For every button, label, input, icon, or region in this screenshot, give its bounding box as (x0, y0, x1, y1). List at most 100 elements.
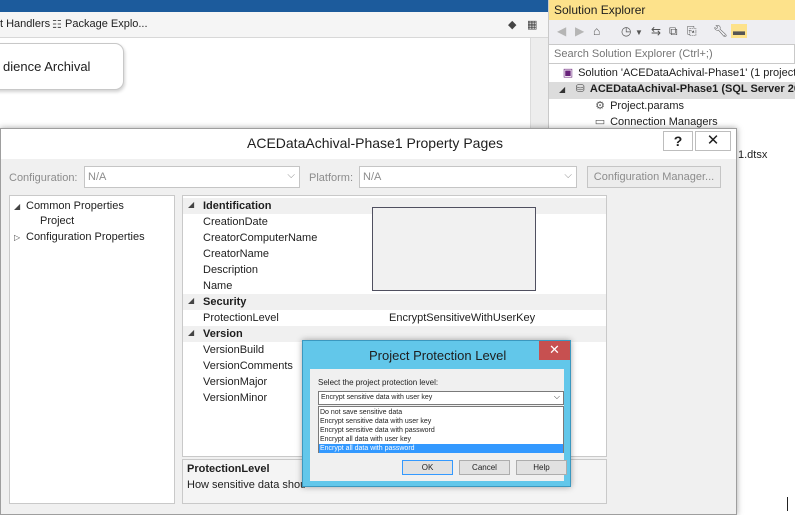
tree-node-project[interactable]: Project (36, 215, 79, 227)
cancel-button[interactable]: Cancel (459, 460, 510, 475)
tree-node-label: Common Properties (26, 200, 124, 212)
solution-explorer-title: Solution Explorer (548, 0, 795, 20)
tree-item-partial-dtsx[interactable]: 1.dtsx (738, 149, 767, 161)
protection-dialog-title: Project Protection Level (369, 348, 507, 363)
property-row[interactable]: ProtectionLevel EncryptSensitiveWithUser… (183, 310, 606, 326)
description-title: ProtectionLevel (187, 463, 270, 475)
close-button[interactable]: ✕ (539, 341, 570, 360)
collapse-all-icon[interactable]: ⧉ (669, 24, 678, 39)
tree-item-label: Project.params (610, 100, 685, 112)
tree-solution-node[interactable]: ▣ Solution 'ACEDataAchival-Phase1' (1 pr… (561, 66, 795, 83)
chevron-down-icon: ⌵ (287, 170, 295, 181)
platform-value: N/A (363, 171, 382, 183)
tree-node-label: Project (40, 215, 75, 227)
pin-icon[interactable]: ▬ (731, 24, 747, 38)
property-name: Description (203, 264, 259, 276)
tree-view-icon: ☷ (52, 19, 62, 31)
component-label: dience Archival (3, 59, 91, 74)
folder-icon: ▭ (594, 116, 606, 128)
text-cursor (787, 497, 788, 511)
configuration-value: N/A (88, 171, 107, 183)
search-input[interactable] (549, 45, 794, 63)
chevron-down-icon: ⌵ (553, 392, 560, 401)
tree-node-label: Configuration Properties (26, 231, 145, 243)
forward-icon[interactable]: ▶ (575, 24, 584, 38)
params-icon: ⚙ (595, 100, 605, 112)
solution-explorer-toolbar: ◀ ▶ ⌂ ◷ ▼ ⇆ ⧉ ⎘ 🔧︎ ▬ (548, 20, 795, 44)
platform-select[interactable]: N/A ⌵ (359, 166, 577, 188)
property-pages-tree: ◢ Common Properties Project ▷ Configuratio… (9, 195, 175, 504)
designer-tab-bar: t Handlers ☷ Package Explo... ◆ ▦ (0, 12, 548, 38)
chevron-down-icon[interactable]: ▼ (635, 28, 643, 37)
protection-dialog-body: Select the project protection level: Enc… (310, 369, 567, 481)
designer-scrollbar[interactable] (530, 38, 548, 130)
expanded-arrow-icon[interactable]: ◢ (14, 202, 26, 211)
option-dont-save-sensitive[interactable]: Do not save sensitive data (319, 408, 563, 417)
solution-explorer-title-text: Solution Explorer (554, 3, 646, 17)
back-icon[interactable]: ◀ (557, 24, 566, 38)
property-name: CreatorName (203, 248, 270, 260)
configuration-select[interactable]: N/A ⌵ (84, 166, 300, 188)
expand-arrow-icon[interactable]: ◢ (559, 85, 565, 94)
property-name: VersionComments (203, 360, 293, 372)
sync-icon[interactable]: ⇆ (651, 24, 661, 38)
option-encrypt-sensitive-password[interactable]: Encrypt sensitive data with password (319, 426, 563, 435)
property-name: VersionMajor (203, 376, 268, 388)
property-pages-title-bar[interactable]: ACEDataAchival-Phase1 Property Pages ? ✕ (1, 129, 736, 159)
property-name: CreatorComputerName (203, 232, 318, 244)
property-pages-title: ACEDataAchival-Phase1 Property Pages (247, 135, 504, 151)
property-name: CreationDate (203, 216, 268, 228)
category-label: Security (203, 296, 247, 308)
property-name: VersionMinor (203, 392, 268, 404)
tree-item-project-params[interactable]: ⚙ Project.params (593, 99, 684, 116)
expanded-arrow-icon[interactable]: ◢ (188, 328, 194, 337)
solution-icon: ▣ (562, 67, 574, 79)
package-icon[interactable]: ◆ (508, 18, 516, 31)
selected-value: Encrypt sensitive data with user key (321, 394, 433, 401)
help-button[interactable]: ? (663, 131, 693, 151)
protection-level-options: Do not save sensitive data Encrypt sensi… (318, 406, 564, 453)
home-icon[interactable]: ⌂ (593, 24, 600, 38)
tree-node-configuration-properties[interactable]: ▷ Configuration Properties (14, 231, 145, 243)
close-button[interactable]: ✕ (695, 131, 731, 151)
solution-explorer-search[interactable] (548, 44, 795, 64)
help-button[interactable]: Help (516, 460, 567, 475)
title-bar-strip (0, 0, 548, 12)
tree-project-node[interactable]: ◢ ⛁ ACEDataAchival-Phase1 (SQL Server 20… (549, 82, 795, 99)
ssis-project-icon: ⛁ (575, 83, 585, 95)
tree-item-label: Connection Managers (610, 116, 718, 128)
collapsed-arrow-icon[interactable]: ▷ (14, 233, 26, 242)
redacted-values-box (372, 207, 536, 291)
protection-prompt: Select the project protection level: (318, 378, 439, 387)
properties-wrench-icon[interactable]: 🔧︎ (713, 24, 728, 38)
category-label: Identification (203, 200, 272, 212)
option-encrypt-sensitive-user-key[interactable]: Encrypt sensitive data with user key (319, 417, 563, 426)
property-name: ProtectionLevel (203, 312, 279, 324)
tab-event-handlers[interactable]: t Handlers (0, 18, 50, 30)
solution-label: Solution 'ACEDataAchival-Phase1' (1 proj… (578, 67, 795, 79)
ok-button[interactable]: OK (402, 460, 453, 475)
property-name: Name (203, 280, 233, 292)
chevron-down-icon: ⌵ (564, 170, 572, 181)
configuration-label: Configuration: (9, 172, 78, 184)
tree-node-common-properties[interactable]: ◢ Common Properties (14, 200, 124, 212)
configuration-manager-button[interactable]: Configuration Manager... (587, 166, 721, 188)
expanded-arrow-icon[interactable]: ◢ (188, 296, 194, 305)
protection-level-select[interactable]: Encrypt sensitive data with user key ⌵ (318, 391, 564, 405)
show-all-files-icon[interactable]: ⎘ (687, 24, 697, 39)
option-encrypt-all-user-key[interactable]: Encrypt all data with user key (319, 435, 563, 444)
protection-level-dialog: Project Protection Level ✕ Select the pr… (302, 340, 571, 487)
expanded-arrow-icon[interactable]: ◢ (188, 200, 194, 209)
history-icon[interactable]: ◷ (621, 24, 631, 38)
variables-icon[interactable]: ▦ (527, 18, 537, 31)
description-text: How sensitive data should (187, 479, 305, 491)
property-name: VersionBuild (203, 344, 265, 356)
property-value[interactable]: EncryptSensitiveWithUserKey (389, 312, 535, 324)
platform-label: Platform: (309, 172, 354, 184)
category-security[interactable]: ◢ Security (183, 294, 606, 310)
dataflow-component-box[interactable]: dience Archival (0, 43, 124, 90)
tab-package-explorer[interactable]: Package Explo... (65, 18, 148, 30)
option-encrypt-all-password[interactable]: Encrypt all data with password (319, 444, 563, 453)
project-label: ACEDataAchival-Phase1 (SQL Server 201 (589, 83, 795, 95)
category-label: Version (203, 328, 243, 340)
